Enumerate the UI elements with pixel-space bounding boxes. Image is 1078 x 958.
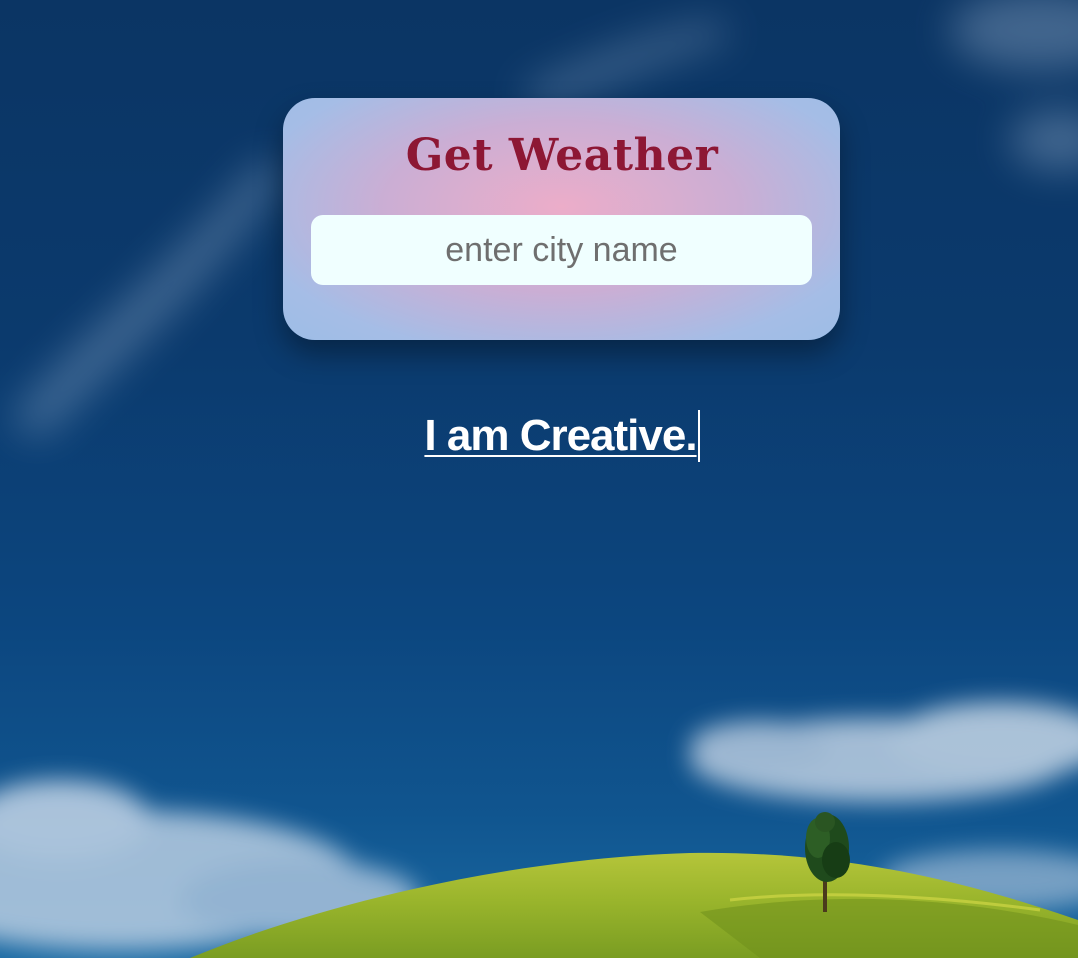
cloud-right (690, 702, 1078, 802)
cloud-top-left (10, 160, 290, 440)
text-cursor-icon (697, 410, 700, 462)
city-name-input[interactable] (311, 215, 812, 285)
typewriter-tagline: I am Creative. (424, 411, 697, 460)
cloud-top-center (520, 20, 730, 110)
card-title: Get Weather (405, 130, 719, 181)
tagline-container: I am Creative. (0, 410, 1078, 462)
